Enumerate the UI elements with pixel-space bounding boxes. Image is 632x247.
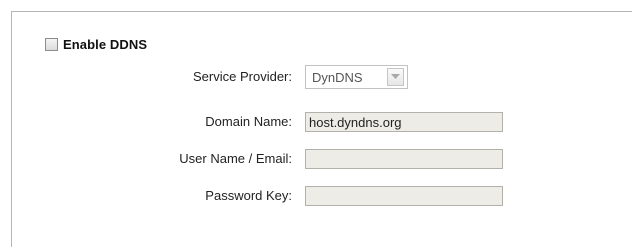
- chevron-down-icon[interactable]: [387, 68, 404, 86]
- service-provider-select[interactable]: DynDNS: [305, 65, 408, 89]
- domain-name-field[interactable]: [305, 112, 503, 132]
- service-provider-label: Service Provider:: [193, 69, 292, 84]
- enable-ddns-row[interactable]: Enable DDNS: [45, 35, 147, 53]
- enable-ddns-checkbox[interactable]: [45, 37, 58, 51]
- service-provider-value: DynDNS: [312, 69, 363, 85]
- domain-name-label: Domain Name:: [205, 114, 292, 129]
- password-key-field[interactable]: [305, 186, 503, 206]
- user-name-label: User Name / Email:: [179, 151, 292, 166]
- user-name-field[interactable]: [305, 149, 503, 169]
- password-key-label: Password Key:: [205, 188, 292, 203]
- enable-ddns-label[interactable]: Enable DDNS: [63, 37, 147, 52]
